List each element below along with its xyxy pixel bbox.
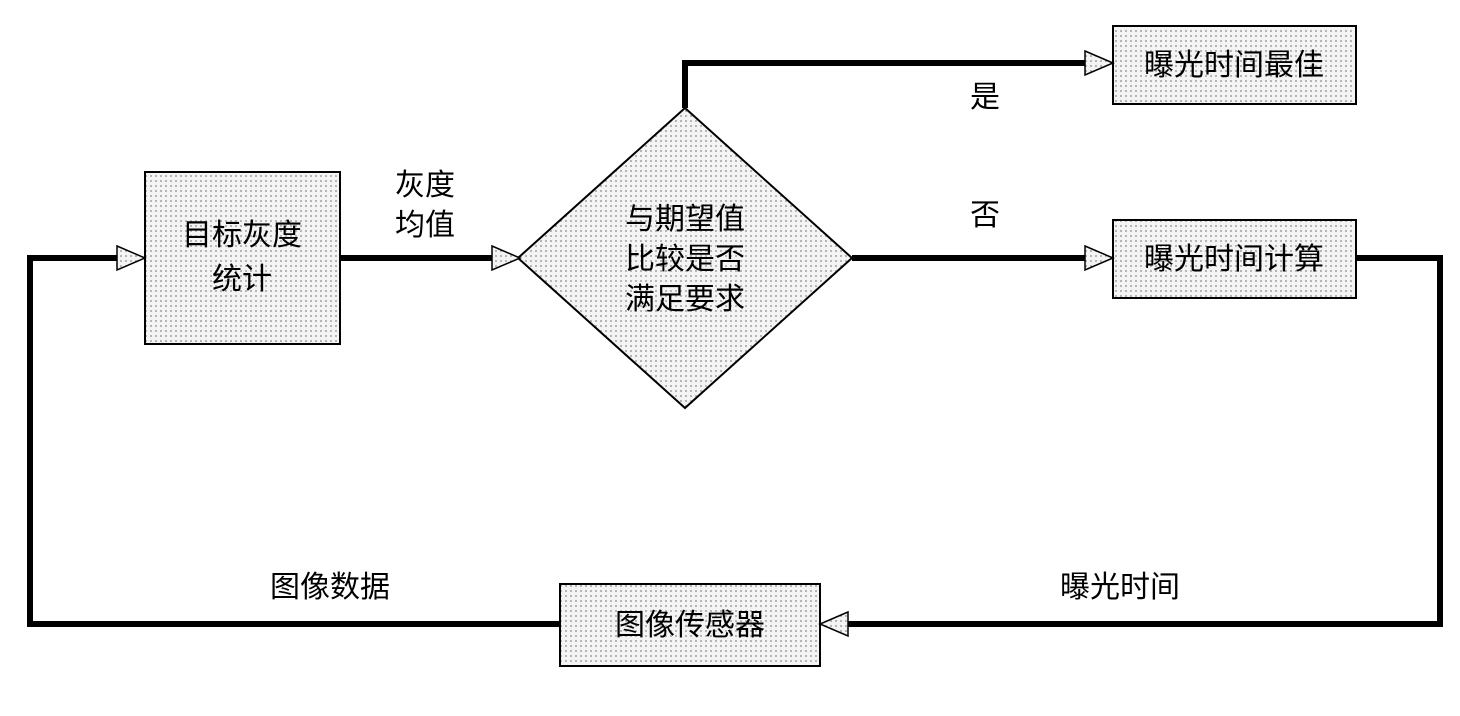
node-exposure-best: 曝光时间最佳 xyxy=(1113,26,1356,104)
node-grayscale-statistics-line1: 目标灰度 xyxy=(182,219,302,252)
node-grayscale-statistics-line2: 统计 xyxy=(212,263,272,296)
edge-exposure-time-label: 曝光时间 xyxy=(1060,571,1180,604)
node-image-sensor: 图像传感器 xyxy=(560,584,820,666)
node-decision-line2: 比较是否 xyxy=(625,243,745,276)
node-exposure-best-label: 曝光时间最佳 xyxy=(1144,49,1324,82)
node-image-sensor-label: 图像传感器 xyxy=(615,609,765,642)
edge-gray-mean-line1: 灰度 xyxy=(395,169,455,202)
edge-yes: 是 xyxy=(685,51,1113,114)
node-grayscale-statistics: 目标灰度 统计 xyxy=(145,172,340,344)
edge-no-label: 否 xyxy=(970,199,1000,232)
node-exposure-calc: 曝光时间计算 xyxy=(1113,220,1356,298)
node-exposure-calc-label: 曝光时间计算 xyxy=(1144,243,1324,276)
edge-yes-label: 是 xyxy=(970,81,1000,114)
edge-gray-mean-line2: 均值 xyxy=(395,209,455,242)
edge-exposure-time: 曝光时间 xyxy=(820,258,1440,636)
edge-image-data-label: 图像数据 xyxy=(270,571,390,604)
node-decision-line1: 与期望值 xyxy=(625,203,745,236)
node-decision-line3: 满足要求 xyxy=(625,283,745,316)
node-decision: 与期望值 比较是否 满足要求 xyxy=(518,108,852,408)
edge-gray-mean: 灰度 均值 xyxy=(340,169,520,270)
edge-no: 否 xyxy=(852,199,1113,270)
